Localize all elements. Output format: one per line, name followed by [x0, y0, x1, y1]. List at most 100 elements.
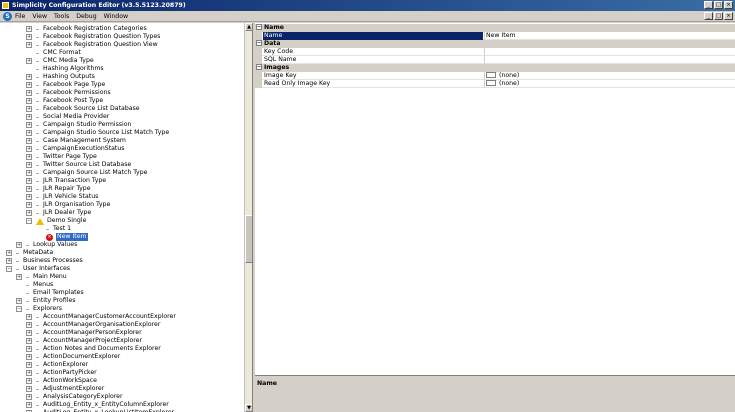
expand-icon[interactable]: +: [26, 146, 32, 152]
expand-icon[interactable]: +: [26, 162, 32, 168]
collapse-icon[interactable]: −: [256, 24, 262, 30]
expand-icon[interactable]: +: [16, 298, 22, 304]
tree-item[interactable]: + Facebook Post Type: [26, 97, 103, 105]
expand-icon[interactable]: +: [26, 338, 32, 344]
expand-icon[interactable]: +: [26, 186, 32, 192]
tree-item[interactable]: + JLR Repair Type: [26, 185, 91, 193]
menu-debug[interactable]: Debug: [75, 13, 97, 21]
tree-item[interactable]: + JLR Organisation Type: [26, 201, 110, 209]
tree-item[interactable]: − Explorers: [16, 305, 62, 313]
close-button[interactable]: ×: [724, 1, 733, 9]
tree-item[interactable]: + Facebook Page Type: [26, 81, 105, 89]
collapse-icon[interactable]: −: [6, 266, 12, 272]
expand-icon[interactable]: +: [26, 386, 32, 392]
tree-item[interactable]: + MetaData: [6, 249, 53, 257]
menu-tools[interactable]: Tools: [53, 13, 70, 21]
tree-item[interactable]: + Campaign Studio Source List Match Type: [26, 129, 169, 137]
menu-view[interactable]: View: [31, 13, 48, 21]
tree-item[interactable]: + ActionWorkSpace: [26, 377, 97, 385]
expand-icon[interactable]: +: [26, 210, 32, 216]
expand-icon[interactable]: +: [26, 346, 32, 352]
menu-file[interactable]: File: [14, 13, 26, 21]
tree-item[interactable]: + Campaign Source List Match Type: [26, 169, 147, 177]
tree-item[interactable]: + ActionExplorer: [26, 361, 88, 369]
expand-icon[interactable]: +: [26, 26, 32, 32]
mdi-close-button[interactable]: ×: [724, 12, 733, 20]
expand-icon[interactable]: +: [16, 274, 22, 280]
tree-item[interactable]: CMC Format: [26, 49, 81, 57]
tree-item[interactable]: + Twitter Source List Database: [26, 161, 131, 169]
tree-item[interactable]: + AuditLog_Entity_x_EntityColumnExplorer: [26, 401, 169, 409]
expand-icon[interactable]: +: [26, 362, 32, 368]
tree-item[interactable]: − Demo Single: [26, 217, 86, 225]
expand-icon[interactable]: +: [6, 250, 12, 256]
tree-item[interactable]: + AccountManagerCustomerAccountExplorer: [26, 313, 176, 321]
tree-item[interactable]: + JLR Transaction Type: [26, 177, 106, 185]
expand-icon[interactable]: +: [26, 202, 32, 208]
expand-icon[interactable]: +: [6, 258, 12, 264]
tree-item[interactable]: + Lookup Values: [16, 241, 77, 249]
property-value[interactable]: New Item: [484, 32, 735, 40]
expand-icon[interactable]: +: [26, 378, 32, 384]
tree-item[interactable]: + Social Media Provider: [26, 113, 109, 121]
expand-icon[interactable]: +: [26, 330, 32, 336]
menu-window[interactable]: Window: [103, 13, 129, 21]
expand-icon[interactable]: +: [26, 74, 32, 80]
tree-item[interactable]: + Facebook Registration Question View: [26, 41, 158, 49]
expand-icon[interactable]: +: [26, 314, 32, 320]
tree-item[interactable]: + AccountManagerProjectExplorer: [26, 337, 142, 345]
tree-item[interactable]: Hashing Algorithms: [26, 65, 104, 73]
tree-item[interactable]: + Hashing Outputs: [26, 73, 95, 81]
tree-item[interactable]: + Facebook Source List Database: [26, 105, 140, 113]
property-row[interactable]: Image Key (none): [255, 72, 735, 80]
tree-item[interactable]: + ActionDocumentExplorer: [26, 353, 120, 361]
tree-item[interactable]: + Facebook Registration Categories: [26, 25, 147, 33]
scroll-thumb[interactable]: [245, 215, 252, 263]
mdi-restore-button[interactable]: □: [714, 12, 723, 20]
tree-item[interactable]: + Business Processes: [6, 257, 83, 265]
minimize-button[interactable]: _: [704, 1, 713, 9]
expand-icon[interactable]: +: [26, 178, 32, 184]
expand-icon[interactable]: +: [16, 242, 22, 248]
maximize-button[interactable]: □: [714, 1, 723, 9]
expand-icon[interactable]: +: [26, 90, 32, 96]
expand-icon[interactable]: +: [26, 82, 32, 88]
property-row[interactable]: Name New Item: [255, 32, 735, 40]
expand-icon[interactable]: +: [26, 194, 32, 200]
tree-item[interactable]: + CampaignExecutionStatus: [26, 145, 125, 153]
expand-icon[interactable]: +: [26, 354, 32, 360]
expand-icon[interactable]: +: [26, 98, 32, 104]
collapse-icon[interactable]: −: [256, 40, 262, 46]
expand-icon[interactable]: +: [26, 394, 32, 400]
tree-item[interactable]: Menus: [16, 281, 53, 289]
tree-item[interactable]: + AccountManagerPersonExplorer: [26, 329, 142, 337]
property-category[interactable]: − Images: [255, 64, 735, 72]
expand-icon[interactable]: +: [26, 114, 32, 120]
tree-item[interactable]: + Facebook Registration Question Types: [26, 33, 160, 41]
expand-icon[interactable]: +: [26, 42, 32, 48]
expand-icon[interactable]: +: [26, 322, 32, 328]
collapse-icon[interactable]: −: [16, 306, 22, 312]
expand-icon[interactable]: +: [26, 370, 32, 376]
expand-icon[interactable]: +: [26, 58, 32, 64]
tree-item[interactable]: Test 1: [36, 225, 71, 233]
tree-item[interactable]: + ActionPartyPicker: [26, 369, 97, 377]
tree-item[interactable]: + Action Notes and Documents Explorer: [26, 345, 161, 353]
property-value[interactable]: [484, 56, 735, 64]
expand-icon[interactable]: +: [26, 402, 32, 408]
expand-icon[interactable]: +: [26, 170, 32, 176]
property-category[interactable]: − Data: [255, 40, 735, 48]
tree-item[interactable]: + AdjustmentExplorer: [26, 385, 104, 393]
expand-icon[interactable]: +: [26, 130, 32, 136]
tree-scrollbar[interactable]: ▲ ▼: [244, 23, 252, 412]
property-row[interactable]: Read Only Image Key (none): [255, 80, 735, 88]
expand-icon[interactable]: +: [26, 106, 32, 112]
property-value[interactable]: (none): [484, 72, 735, 80]
tree-item[interactable]: + CMC Media Type: [26, 57, 94, 65]
expand-icon[interactable]: +: [26, 122, 32, 128]
tree-item[interactable]: Email Templates: [16, 289, 84, 297]
collapse-icon[interactable]: −: [26, 218, 32, 224]
tree-item[interactable]: − User Interfaces: [6, 265, 70, 273]
property-row[interactable]: SQL Name: [255, 56, 735, 64]
expand-icon[interactable]: +: [26, 138, 32, 144]
